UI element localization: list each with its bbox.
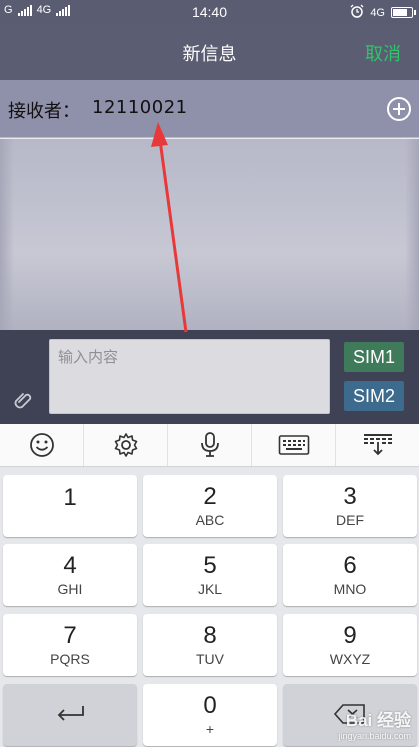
recipient-label: 接收者： [8,101,80,122]
key-digit: 4 [63,552,77,579]
key-1[interactable]: 1 [3,475,137,537]
key-digit: 7 [63,622,77,649]
watermark-line1: Bai 经验 [345,711,411,730]
key-letters: WXYZ [329,651,371,667]
add-contact-icon[interactable] [387,97,411,121]
key-letters: + [205,721,215,737]
cancel-button[interactable]: 取消 [365,40,401,66]
message-area [0,139,419,330]
key-7[interactable]: 7 PQRS [3,614,137,676]
message-input[interactable]: 输入内容 [49,339,330,414]
key-digit: 9 [343,622,357,649]
key-letters: MNO [333,581,367,597]
page-title: 新信息 [182,44,237,65]
key-4[interactable]: 4 GHI [3,544,137,606]
key-8[interactable]: 8 TUV [143,614,277,676]
status-bar: G 4G 14:40 4G [0,0,419,24]
baidu-watermark: Bai 经验 jingyan.baidu.com [338,706,411,741]
key-digit: 8 [203,622,217,649]
key-6[interactable]: 6 MNO [283,544,417,606]
watermark-line2: jingyan.baidu.com [338,731,411,741]
right-shade [405,139,419,330]
status-right: 4G [350,4,416,21]
compose-bar: 输入内容 SIM1 SIM2 [0,330,419,424]
left-shade [0,139,14,330]
key-digit: 6 [343,552,357,579]
paperclip-icon[interactable] [12,388,36,412]
key-letters: DEF [336,512,364,528]
app-header: 新信息 取消 [0,24,419,80]
keyboard-collapse-icon[interactable] [336,424,419,466]
key-digit: 3 [343,483,357,510]
battery-icon [391,7,416,18]
key-5[interactable]: 5 JKL [143,544,277,606]
microphone-icon[interactable] [168,424,252,466]
key-digit: 1 [63,484,77,511]
key-letters: TUV [196,651,224,667]
key-digit: 0 [203,692,217,719]
recipient-value[interactable]: 12110021 [92,97,188,118]
key-0[interactable]: 0 + [143,684,277,746]
enter-key[interactable] [3,684,137,746]
key-letters: GHI [57,581,83,597]
gear-icon[interactable] [84,424,168,466]
return-icon [3,702,137,728]
key-digit: 2 [203,483,217,510]
keyboard-icon[interactable] [252,424,336,466]
sim2-send-button[interactable]: SIM2 [344,381,404,411]
recipient-row[interactable]: 接收者： 12110021 [0,80,419,138]
key-2[interactable]: 2 ABC [143,475,277,537]
sim1-send-button[interactable]: SIM1 [344,342,404,372]
dial-keypad: 1 2 ABC 3 DEF 4 GHI 5 JKL 6 MNO 7 PQRS 8 TUV 9 W… [0,467,419,747]
key-letters: JKL [197,581,223,597]
keyboard-toolbar [0,424,419,467]
key-letters: ABC [195,512,225,528]
key-letters: PQRS [50,651,90,667]
key-digit: 5 [203,552,217,579]
key-3[interactable]: 3 DEF [283,475,417,537]
emoji-icon[interactable] [0,424,84,466]
key-9[interactable]: 9 WXYZ [283,614,417,676]
alarm-icon [350,4,364,21]
network-label: 4G [370,6,385,19]
